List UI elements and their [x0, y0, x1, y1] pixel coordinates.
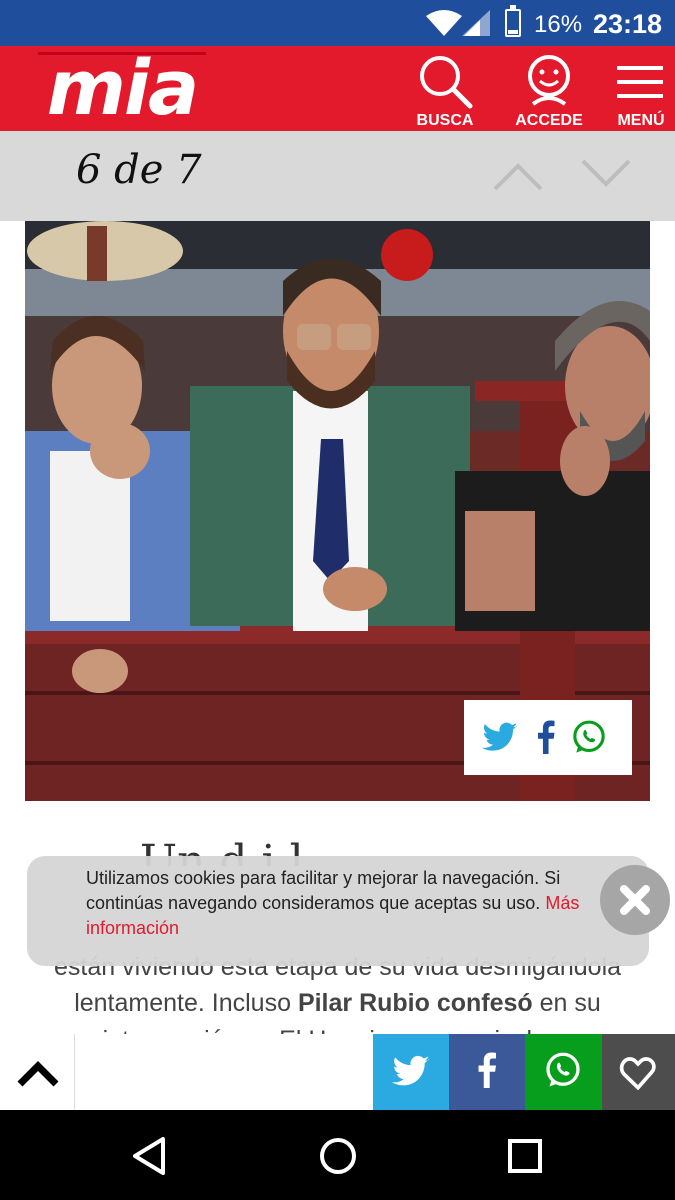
gallery-photo: [25, 221, 650, 801]
system-nav-bar: [0, 1110, 675, 1200]
favorite-button[interactable]: [602, 1034, 675, 1110]
battery-percent: 16%: [534, 11, 583, 38]
status-bar: 16% 23:18: [0, 0, 675, 46]
whatsapp-share-button[interactable]: [525, 1034, 602, 1110]
photo-share-box: [464, 700, 632, 775]
whatsapp-icon: [546, 1052, 580, 1087]
cookie-text: Utilizamos cookies para facilitar y mejo…: [86, 868, 580, 938]
highlight-text: Pilar Rubio confesó: [297, 989, 533, 1017]
facebook-icon[interactable]: [536, 720, 556, 754]
close-icon: [620, 885, 650, 915]
bottom-share-bar: [0, 1034, 675, 1110]
login-label: ACCEDE: [515, 112, 583, 129]
twitter-icon[interactable]: [481, 722, 519, 754]
battery-icon: [505, 5, 521, 37]
smiley-user-icon: [528, 55, 570, 106]
heart-icon: [619, 1057, 656, 1090]
back-icon[interactable]: [131, 1136, 167, 1176]
home-icon[interactable]: [318, 1136, 358, 1176]
site-header: mia BUSCA ACCEDE MENÚ: [0, 46, 675, 131]
cookie-close-button[interactable]: [600, 865, 670, 935]
recents-icon[interactable]: [507, 1138, 543, 1174]
gallery-pager: 6 de 7: [0, 131, 675, 221]
twitter-icon: [391, 1055, 430, 1086]
next-slide-button[interactable]: [581, 159, 631, 189]
login-button[interactable]: ACCEDE: [512, 52, 586, 129]
article-line-3: intervención en El Hormiguero que inclus…: [25, 1026, 650, 1034]
search-icon: [420, 56, 473, 109]
menu-label: MENÚ: [617, 112, 665, 129]
site-logo[interactable]: mia: [38, 50, 206, 126]
twitter-share-button[interactable]: [373, 1034, 449, 1110]
previous-slide-button[interactable]: [493, 161, 543, 191]
cookie-banner: Utilizamos cookies para facilitar y mejo…: [27, 856, 670, 966]
signal-icon: [462, 10, 490, 36]
gallery-position: 6 de 7: [76, 147, 202, 193]
search-button[interactable]: BUSCA: [414, 52, 476, 129]
search-label: BUSCA: [416, 112, 474, 129]
facebook-icon: [478, 1052, 496, 1088]
facebook-share-button[interactable]: [449, 1034, 525, 1110]
whatsapp-icon[interactable]: [572, 720, 606, 754]
scroll-to-top-button[interactable]: [0, 1034, 75, 1110]
hamburger-icon: [617, 66, 663, 98]
clock: 23:18: [593, 9, 663, 39]
article-line-2: lentamente. Incluso Pilar Rubio confesó …: [74, 989, 601, 1017]
chevron-up-icon: [17, 1061, 59, 1087]
wifi-icon: [426, 10, 462, 36]
menu-button[interactable]: MENÚ: [612, 52, 670, 129]
